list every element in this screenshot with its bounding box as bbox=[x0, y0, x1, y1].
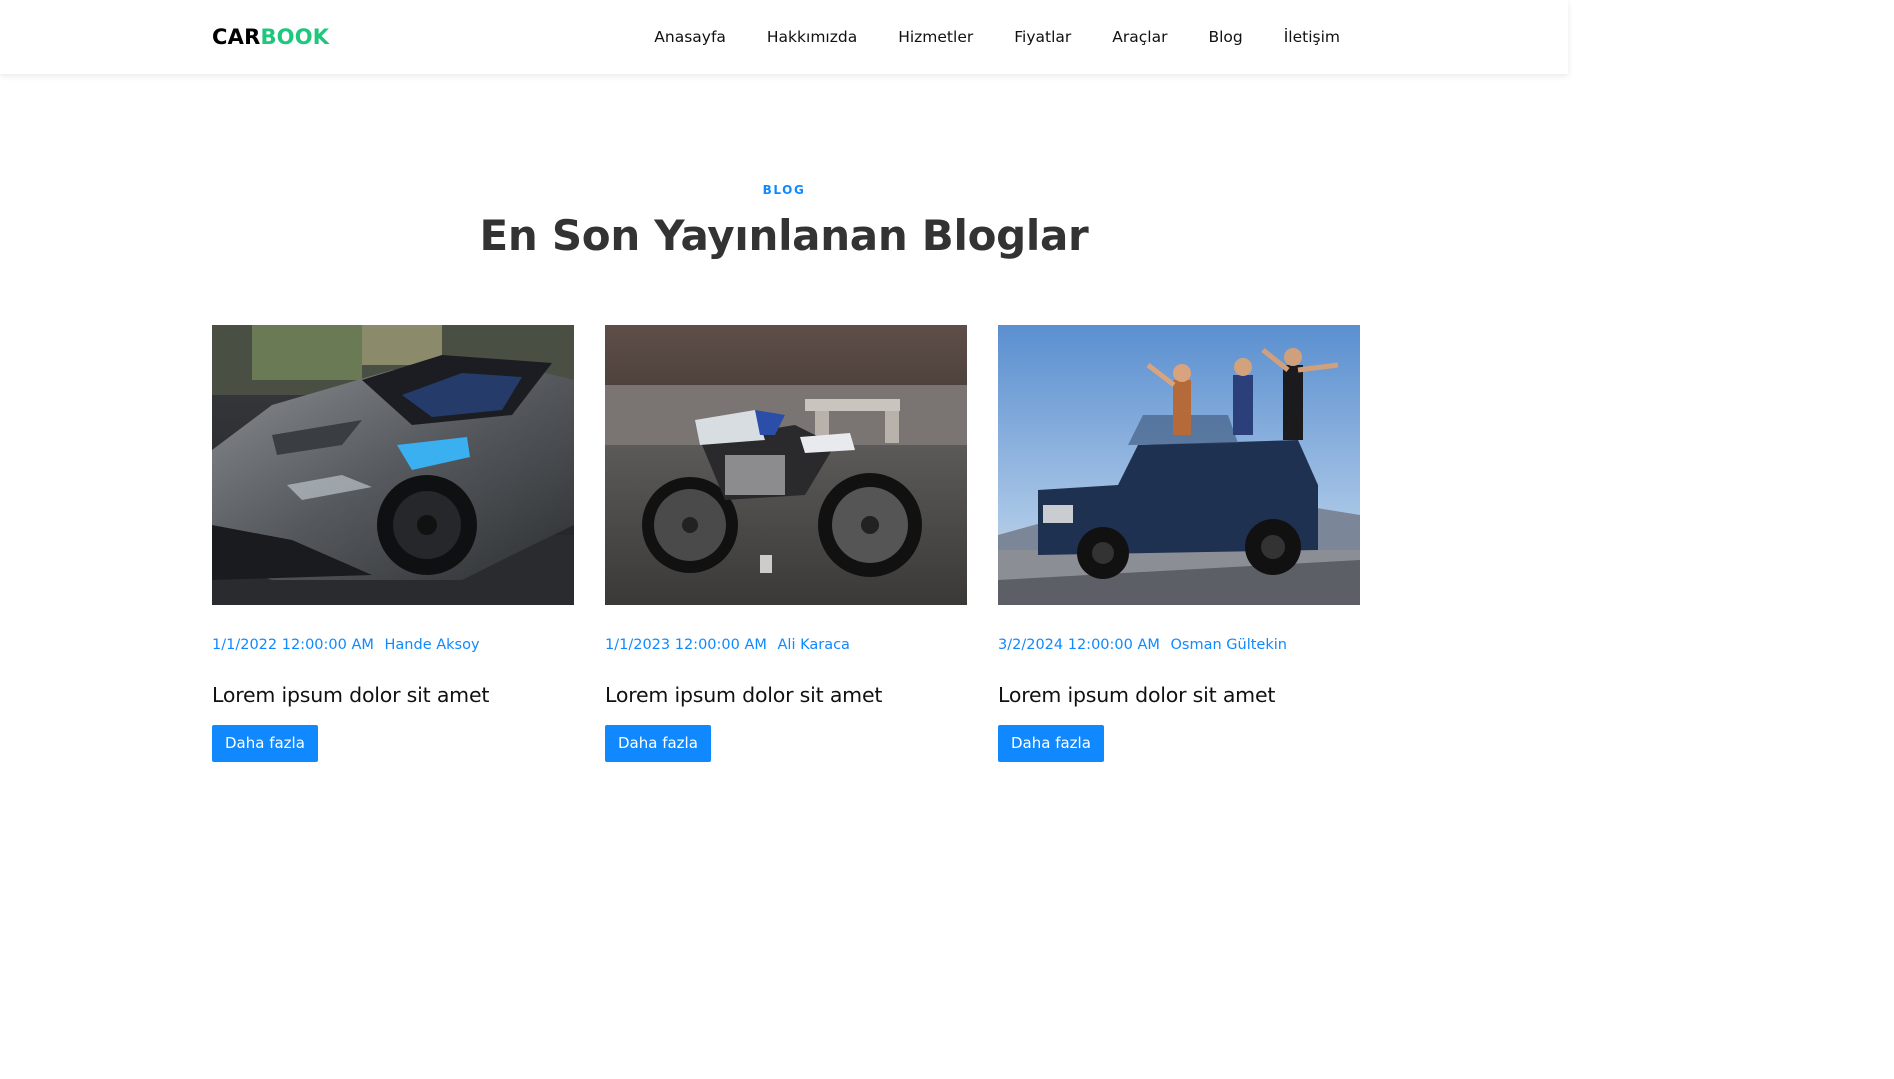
post-meta: 3/2/2024 12:00:00 AM Osman Gültekin bbox=[998, 636, 1360, 654]
post-meta: 1/1/2023 12:00:00 AM Ali Karaca bbox=[605, 636, 967, 654]
nav-item-iletisim[interactable]: İletişim bbox=[1284, 25, 1340, 49]
post-date[interactable]: 1/1/2022 12:00:00 AM bbox=[212, 637, 374, 653]
read-more-button[interactable]: Daha fazla bbox=[605, 725, 711, 762]
site-header: CARBOOK Anasayfa Hakkımızda Hizmetler Fi… bbox=[0, 0, 1568, 74]
motorcycle-photo[interactable] bbox=[605, 325, 967, 605]
nav-item-anasayfa[interactable]: Anasayfa bbox=[654, 25, 726, 49]
post-meta: 1/1/2022 12:00:00 AM Hande Aksoy bbox=[212, 636, 574, 654]
logo-book-text: BOOK bbox=[260, 25, 330, 49]
jeep-photo[interactable] bbox=[998, 325, 1360, 605]
carbook-logo[interactable]: CARBOOK bbox=[212, 24, 329, 50]
post-author[interactable]: Ali Karaca bbox=[778, 637, 850, 653]
read-more-button[interactable]: Daha fazla bbox=[212, 725, 318, 762]
read-more-button[interactable]: Daha fazla bbox=[998, 725, 1104, 762]
post-date[interactable]: 3/2/2024 12:00:00 AM bbox=[998, 637, 1160, 653]
post-author[interactable]: Osman Gültekin bbox=[1171, 637, 1287, 653]
post-date[interactable]: 1/1/2023 12:00:00 AM bbox=[605, 637, 767, 653]
nav-item-fiyatlar[interactable]: Fiyatlar bbox=[1014, 25, 1071, 49]
blog-card: 3/2/2024 12:00:00 AM Osman Gültekin Lore… bbox=[998, 325, 1360, 762]
nav-item-blog[interactable]: Blog bbox=[1208, 25, 1242, 49]
nav-item-hakkimizda[interactable]: Hakkımızda bbox=[767, 25, 857, 49]
nav-item-araclar[interactable]: Araçlar bbox=[1112, 25, 1167, 49]
nav-item-hizmetler[interactable]: Hizmetler bbox=[898, 25, 973, 49]
main-nav: Anasayfa Hakkımızda Hizmetler Fiyatlar A… bbox=[654, 25, 1340, 49]
blog-card: 1/1/2023 12:00:00 AM Ali Karaca Lorem ip… bbox=[605, 325, 967, 762]
post-title[interactable]: Lorem ipsum dolor sit amet bbox=[998, 681, 1360, 709]
sports-car-photo[interactable] bbox=[212, 325, 574, 605]
post-author[interactable]: Hande Aksoy bbox=[385, 637, 480, 653]
blog-card: 1/1/2022 12:00:00 AM Hande Aksoy Lorem i… bbox=[212, 325, 574, 762]
logo-car-text: CAR bbox=[212, 25, 261, 49]
post-title[interactable]: Lorem ipsum dolor sit amet bbox=[605, 681, 967, 709]
post-title[interactable]: Lorem ipsum dolor sit amet bbox=[212, 681, 574, 709]
section-label: BLOG bbox=[762, 183, 806, 197]
section-title: En Son Yayınlanan Bloglar bbox=[479, 211, 1089, 260]
